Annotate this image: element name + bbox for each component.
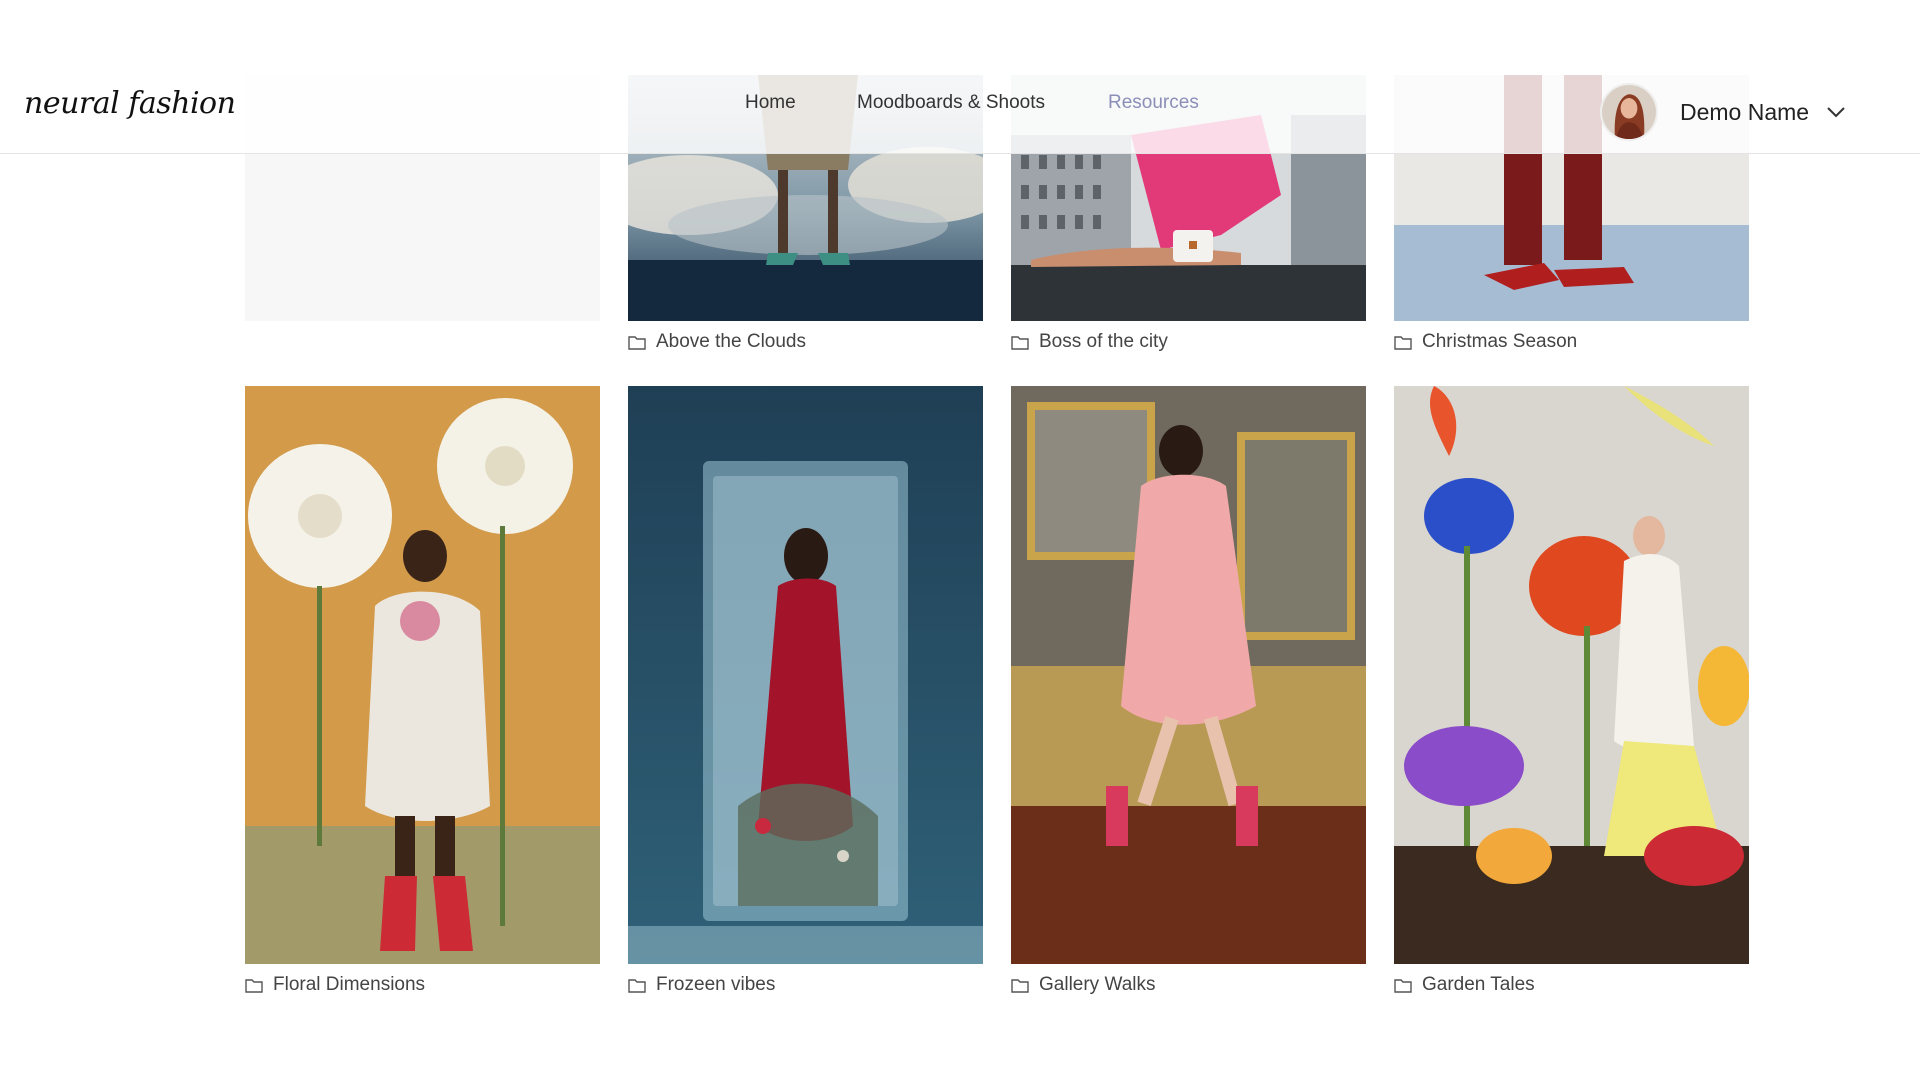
folder-icon: [245, 979, 263, 993]
user-menu[interactable]: Demo Name: [1600, 82, 1847, 142]
collection-title[interactable]: Floral Dimensions: [273, 974, 425, 996]
folder-icon: [628, 979, 646, 993]
collection-card-garden-tales[interactable]: [1394, 386, 1749, 964]
nav-resources[interactable]: Resources: [1108, 92, 1199, 114]
folder-icon: [628, 336, 646, 350]
page: neural fashion Home Moodboards & Shoots …: [0, 0, 1920, 1080]
user-name[interactable]: Demo Name: [1680, 99, 1809, 126]
chevron-down-icon[interactable]: [1825, 101, 1847, 123]
collection-title[interactable]: Christmas Season: [1422, 331, 1577, 353]
folder-icon: [1011, 979, 1029, 993]
brand-logo[interactable]: neural fashion: [24, 86, 236, 121]
collection-title[interactable]: Above the Clouds: [656, 331, 806, 353]
user-avatar[interactable]: [1600, 83, 1658, 141]
collection-card-gallery-walks[interactable]: [1011, 386, 1366, 964]
collection-title[interactable]: Gallery Walks: [1039, 974, 1155, 996]
top-header: neural fashion Home Moodboards & Shoots …: [0, 0, 1920, 154]
collection-title[interactable]: Boss of the city: [1039, 331, 1168, 353]
collection-image[interactable]: [1394, 386, 1749, 964]
collection-caption[interactable]: Frozeen vibes: [628, 974, 775, 996]
folder-icon: [1394, 336, 1412, 350]
collection-image[interactable]: [245, 386, 600, 964]
collection-caption[interactable]: Above the Clouds: [628, 331, 806, 353]
nav-home[interactable]: Home: [745, 92, 796, 114]
collection-caption[interactable]: Boss of the city: [1011, 331, 1168, 353]
collection-caption[interactable]: Floral Dimensions: [245, 974, 425, 996]
collection-title[interactable]: Frozeen vibes: [656, 974, 775, 996]
collection-image[interactable]: [1011, 386, 1366, 964]
nav-moodboards-shoots[interactable]: Moodboards & Shoots: [857, 92, 1045, 114]
collection-card-floral-dimensions[interactable]: [245, 386, 600, 964]
folder-icon: [1011, 336, 1029, 350]
collection-title[interactable]: Garden Tales: [1422, 974, 1535, 996]
collection-card-frozeen-vibes[interactable]: [628, 386, 983, 964]
collection-caption[interactable]: Gallery Walks: [1011, 974, 1155, 996]
folder-icon: [1394, 979, 1412, 993]
collection-caption[interactable]: Garden Tales: [1394, 974, 1535, 996]
collection-caption[interactable]: Christmas Season: [1394, 331, 1577, 353]
collection-image[interactable]: [628, 386, 983, 964]
